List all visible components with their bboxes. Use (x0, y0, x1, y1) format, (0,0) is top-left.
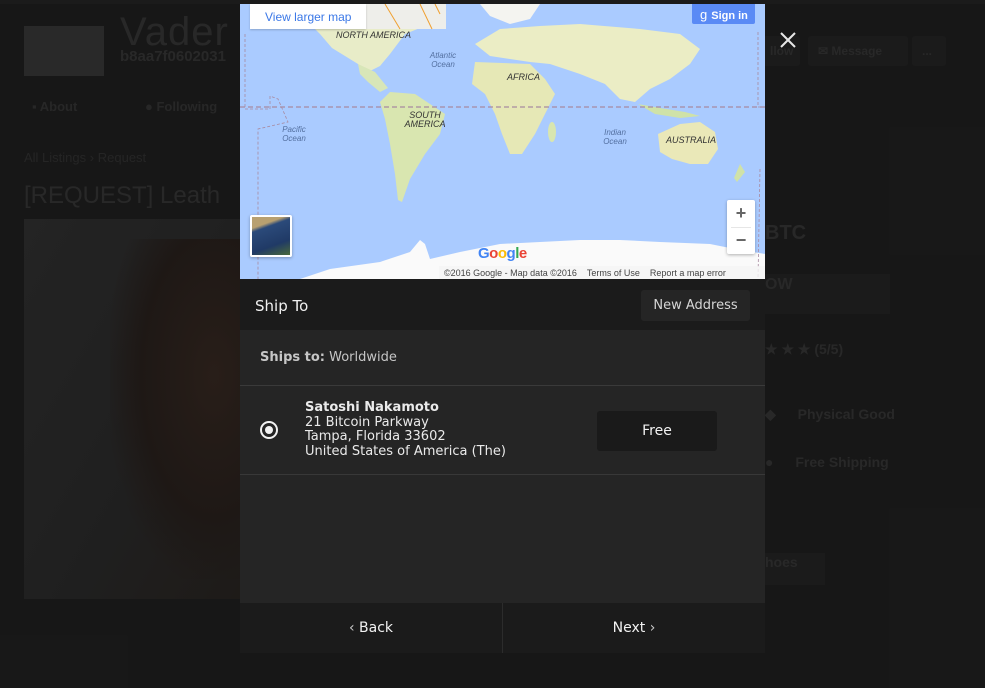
ship-to-header: Ship To New Address (240, 279, 765, 330)
zoom-divider (731, 227, 751, 228)
report-map-error-link[interactable]: Report a map error (645, 268, 731, 278)
address-option[interactable]: Satoshi Nakamoto 21 Bitcoin Parkway Tamp… (240, 386, 765, 475)
view-larger-map-link[interactable]: View larger map (250, 4, 366, 29)
label-indian-ocean: Indian Ocean (603, 128, 627, 146)
address-city: Tampa, Florida 33602 (305, 429, 446, 445)
landmass-south-america (380, 92, 445, 202)
map-copyright: ©2016 Google - Map data ©2016 (444, 267, 577, 278)
map-zoom-control: + − (727, 200, 755, 254)
landmass-madagascar (548, 122, 556, 142)
sign-in-label: Sign in (711, 10, 748, 22)
ships-to-value: Worldwide (329, 350, 397, 365)
map-attribution-bar: ©2016 Google - Map data ©2016 Terms of U… (439, 266, 765, 279)
ships-to-label: Ships to: (260, 350, 325, 365)
next-label: Next (612, 620, 646, 636)
google-sign-in-button[interactable]: g Sign in (692, 4, 755, 24)
ships-to-info: Ships to: Worldwide (260, 350, 397, 365)
zoom-in-button[interactable]: + (727, 200, 755, 227)
ships-to-section: Ships to: Worldwide (240, 330, 765, 386)
ship-to-title: Ship To (255, 297, 309, 315)
back-label: Back (359, 620, 394, 636)
address-country: United States of America (The) (305, 443, 506, 459)
address-details: Satoshi Nakamoto 21 Bitcoin Parkway Tamp… (305, 400, 506, 459)
chevron-right-icon: › (649, 620, 656, 636)
label-atlantic-ocean: Atlantic Ocean (429, 51, 457, 69)
address-street: 21 Bitcoin Parkway (305, 414, 429, 430)
back-button[interactable]: ‹ Back (240, 603, 503, 653)
new-address-button[interactable]: New Address (641, 290, 750, 321)
label-pacific-ocean: Pacific Ocean (282, 125, 306, 143)
landmass-greenland (480, 4, 540, 24)
next-button[interactable]: Next › (503, 603, 765, 653)
label-north-america: NORTH AMERICA (336, 30, 412, 40)
google-logo: Google (478, 245, 527, 262)
ship-to-modal: NORTH AMERICA SOUTH AMERICA AFRICA AUSTR… (240, 4, 765, 653)
close-modal-button[interactable] (778, 30, 798, 50)
modal-footer: ‹ Back Next › (240, 603, 765, 653)
address-radio-selected[interactable] (260, 421, 278, 439)
shipping-price-button[interactable]: Free (597, 411, 717, 451)
close-icon (780, 32, 796, 48)
landmass-new-zealand (734, 164, 745, 182)
chevron-left-icon: ‹ (348, 620, 355, 636)
label-south-america: SOUTH AMERICA (404, 110, 446, 129)
map-inset-florida (366, 4, 446, 29)
shipping-map[interactable]: NORTH AMERICA SOUTH AMERICA AFRICA AUSTR… (240, 4, 765, 279)
label-australia: AUSTRALIA (666, 135, 717, 145)
satellite-view-toggle[interactable] (250, 215, 292, 257)
landmass-indonesia (638, 104, 700, 118)
dateline-east (757, 32, 765, 279)
terms-of-use-link[interactable]: Terms of Use (582, 268, 645, 278)
address-name: Satoshi Nakamoto (305, 400, 439, 415)
google-g-icon: g (700, 7, 708, 22)
label-africa: AFRICA (507, 72, 541, 82)
zoom-out-button[interactable]: − (727, 227, 755, 254)
